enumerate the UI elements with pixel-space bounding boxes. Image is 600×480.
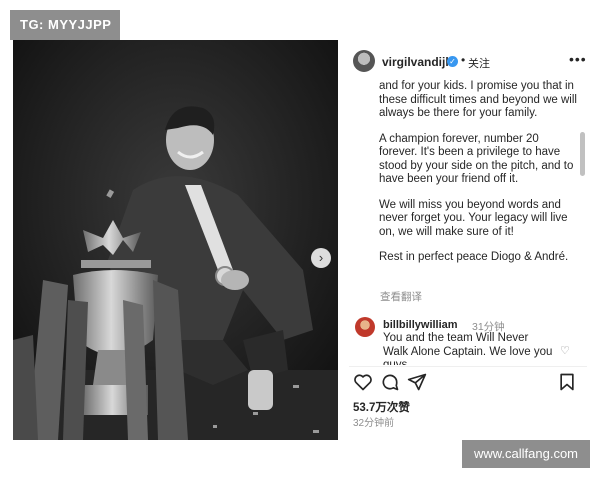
- action-bar: [349, 372, 587, 394]
- caption-paragraph: and for your kids. I promise you that in…: [379, 80, 577, 119]
- scrollbar[interactable]: [580, 132, 585, 176]
- watermark-label: www.callfang.com: [462, 440, 590, 468]
- comment-like-icon[interactable]: ♡: [560, 344, 570, 357]
- like-icon[interactable]: [353, 372, 373, 392]
- comment-text: You and the team Will Never Walk Alone C…: [383, 332, 553, 365]
- comment-username[interactable]: billbillywilliam: [383, 319, 458, 331]
- next-image-icon[interactable]: ›: [311, 248, 331, 268]
- share-icon[interactable]: [407, 372, 427, 392]
- caption-paragraph: Rest in perfect peace Diogo & André.: [379, 251, 569, 263]
- avatar[interactable]: [353, 50, 375, 72]
- translate-link[interactable]: 查看翻译: [380, 289, 422, 304]
- divider: [349, 366, 587, 367]
- likes-count[interactable]: 53.7万次赞: [353, 399, 410, 415]
- follow-button[interactable]: 关注: [468, 55, 490, 71]
- post-header: virgilvandijk ✓ • 关注 •••: [349, 44, 587, 76]
- post-timestamp: 32分钟前: [353, 418, 395, 429]
- caption-paragraph: We will miss you beyond words and never …: [379, 198, 568, 238]
- watermark-label: TG: MYYJJPP: [10, 10, 120, 40]
- separator-dot: •: [461, 53, 466, 67]
- instagram-post: › virgilvandijk ✓ • 关注 ••• and for your …: [13, 40, 587, 440]
- avatar[interactable]: [355, 317, 375, 337]
- bookmark-icon[interactable]: [557, 372, 577, 392]
- photo-illustration: [13, 40, 338, 440]
- post-caption: and for your kids. I promise you that in…: [349, 80, 577, 304]
- username[interactable]: virgilvandijk: [382, 55, 452, 69]
- comment-item: billbillywilliam 31分钟 You and the team W…: [349, 315, 587, 365]
- caption-paragraph: A champion forever, number 20 forever. I…: [379, 132, 574, 186]
- post-sidebar: virgilvandijk ✓ • 关注 ••• and for your ki…: [349, 40, 587, 440]
- comment-icon[interactable]: [380, 372, 400, 392]
- post-photo[interactable]: ›: [13, 40, 338, 440]
- more-horizontal-icon[interactable]: •••: [569, 51, 587, 67]
- verified-icon: ✓: [447, 56, 458, 67]
